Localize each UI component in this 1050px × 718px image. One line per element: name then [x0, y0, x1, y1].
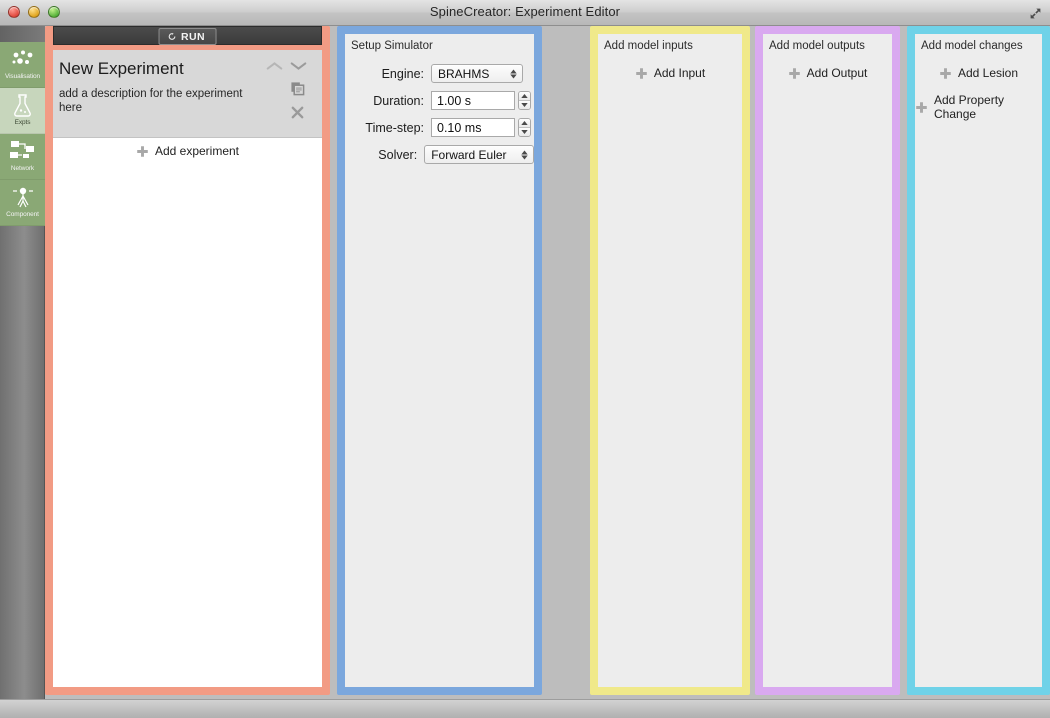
app-window: Name Value SpineCreator: Experiment Edit… — [0, 0, 1050, 718]
duration-input[interactable]: 1.00 s — [431, 91, 515, 110]
plus-icon — [636, 67, 647, 79]
stepper-up-icon[interactable] — [519, 119, 530, 128]
stepper-down-icon[interactable] — [519, 128, 530, 136]
engine-row: Engine: BRAHMS — [345, 60, 534, 87]
timestep-value: 0.10 ms — [437, 120, 482, 135]
sidebar-item-label: Expts — [14, 119, 31, 126]
simulator-body: Setup Simulator Engine: BRAHMS Duration:… — [345, 34, 534, 687]
sidebar-item-component[interactable]: Component — [0, 180, 45, 226]
simulator-form: Engine: BRAHMS Duration: 1.00 s Time-ste… — [345, 60, 534, 168]
component-icon — [12, 183, 34, 211]
add-input-label: Add Input — [653, 66, 706, 80]
duration-row: Duration: 1.00 s — [345, 87, 534, 114]
model-changes-panel: Add model changes Add Lesion Add Propert… — [907, 26, 1050, 695]
visualisation-icon — [10, 45, 36, 73]
chevron-up-icon[interactable] — [266, 60, 283, 72]
add-lesion-label: Add Lesion — [957, 66, 1019, 80]
run-icon — [168, 32, 175, 40]
timestep-label: Time-step: — [365, 120, 424, 135]
status-bar — [0, 699, 1050, 718]
sidebar: Visualisation Expts Network Component — [0, 26, 45, 699]
stepper-down-icon[interactable] — [519, 101, 530, 109]
simulator-title: Setup Simulator — [351, 40, 433, 52]
simulator-panel: Setup Simulator Engine: BRAHMS Duration:… — [337, 26, 542, 695]
title-bar: SpineCreator: Experiment Editor — [0, 0, 1050, 26]
sidebar-item-label: Network — [10, 165, 35, 172]
sidebar-item-network[interactable]: Network — [0, 134, 45, 180]
solver-row: Solver: Forward Euler — [345, 141, 534, 168]
model-outputs-title: Add model outputs — [769, 40, 865, 52]
plus-icon — [940, 67, 951, 79]
add-output-label: Add Output — [806, 66, 868, 80]
add-experiment-button[interactable]: Add experiment — [53, 139, 322, 163]
solver-select[interactable]: Forward Euler — [424, 145, 534, 164]
model-inputs-panel: Add model inputs Add Input — [590, 26, 750, 695]
add-lesion-button[interactable]: Add Lesion — [915, 62, 1042, 84]
model-inputs-title: Add model inputs — [604, 40, 693, 52]
duration-value: 1.00 s — [437, 93, 472, 108]
experiment-actions — [266, 55, 316, 133]
sidebar-items: Visualisation Expts Network Component — [0, 42, 45, 226]
add-input-button[interactable]: Add Input — [598, 62, 742, 84]
chevron-updown-icon — [510, 69, 517, 78]
model-changes-body: Add model changes Add Lesion Add Propert… — [915, 34, 1042, 687]
sidebar-item-label: Visualisation — [4, 73, 41, 80]
expand-icon[interactable] — [1029, 7, 1042, 20]
timestep-row: Time-step: 0.10 ms — [345, 114, 534, 141]
model-outputs-body: Add model outputs Add Output — [763, 34, 892, 687]
plus-icon — [788, 67, 800, 79]
window-title: SpineCreator: Experiment Editor — [429, 4, 621, 19]
plus-icon — [137, 145, 148, 157]
workspace: Visualisation Expts Network Component RU… — [0, 26, 1050, 699]
close-x-icon[interactable] — [290, 105, 305, 120]
sidebar-header — [0, 26, 45, 42]
add-property-change-label: Add Property Change — [934, 93, 1005, 121]
plus-icon — [916, 101, 927, 113]
timestep-stepper[interactable] — [518, 118, 531, 137]
model-changes-title: Add model changes — [921, 40, 1023, 52]
flask-icon — [12, 91, 34, 119]
model-outputs-panel: Add model outputs Add Output — [755, 26, 900, 695]
network-icon — [9, 137, 37, 165]
engine-label: Engine: — [381, 66, 424, 81]
duration-label: Duration: — [373, 93, 424, 108]
add-experiment-label: Add experiment — [154, 144, 240, 158]
add-output-button[interactable]: Add Output — [763, 62, 892, 84]
panel-container: RUN New Experiment add a description for… — [45, 26, 1050, 699]
solver-label: Solver: — [378, 147, 418, 162]
run-button-label: RUN — [181, 30, 205, 43]
experiment-description[interactable]: add a description for the experiment her… — [59, 87, 254, 115]
experiment-card[interactable]: New Experiment add a description for the… — [53, 50, 322, 138]
experiments-list: New Experiment add a description for the… — [53, 50, 322, 687]
experiments-panel: RUN New Experiment add a description for… — [45, 26, 330, 695]
run-button[interactable]: RUN — [158, 28, 217, 45]
sidebar-item-label: Component — [6, 211, 39, 218]
add-property-change-button[interactable]: Add Property Change — [915, 93, 1042, 121]
chevron-updown-icon — [521, 150, 528, 159]
solver-value: Forward Euler — [431, 147, 507, 162]
stepper-up-icon[interactable] — [519, 92, 530, 101]
duration-stepper[interactable] — [518, 91, 531, 110]
sidebar-item-expts[interactable]: Expts — [0, 88, 45, 134]
sidebar-item-visualisation[interactable]: Visualisation — [0, 42, 45, 88]
engine-select[interactable]: BRAHMS — [431, 64, 523, 83]
chevron-down-icon[interactable] — [290, 60, 307, 72]
run-toolbar: RUN — [53, 26, 322, 45]
model-inputs-body: Add model inputs Add Input — [598, 34, 742, 687]
copy-icon[interactable] — [290, 81, 305, 96]
engine-value: BRAHMS — [438, 66, 490, 81]
timestep-input[interactable]: 0.10 ms — [431, 118, 515, 137]
experiment-name[interactable]: New Experiment — [59, 59, 184, 79]
